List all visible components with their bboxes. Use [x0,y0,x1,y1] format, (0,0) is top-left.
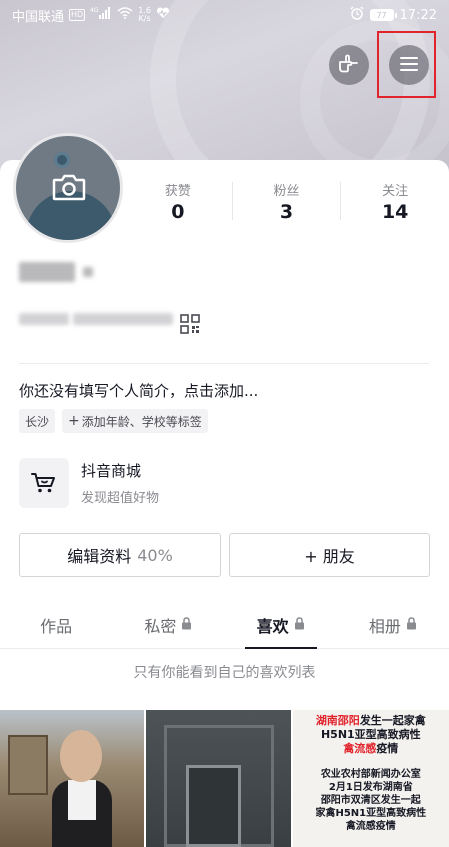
stat-followers[interactable]: 粉丝 3 [233,178,341,224]
network-type: 4G [90,7,99,14]
annotation-highlight-box [377,31,436,98]
wifi-icon [117,7,133,23]
profile-completion: 40% [137,545,173,565]
thumb-body-line: 邵阳市双清区发生一起 [320,795,421,806]
heart-icon [156,7,170,23]
signal-icon: 4G [90,7,112,23]
video-thumbnail[interactable] [146,710,291,847]
tab-album[interactable]: 相册 [337,601,449,648]
user-id-blurred [19,313,173,325]
tab-likes[interactable]: 喜欢 [225,601,337,649]
stat-following[interactable]: 关注 14 [341,178,449,224]
shopping-cart-icon [19,458,69,508]
section-divider [19,363,429,364]
thumb-title-black: 发生一起家禽 [359,714,426,727]
action-buttons: 编辑资料 40% + 朋友 [19,533,430,577]
alarm-icon [350,6,364,24]
edit-profile-button[interactable]: 编辑资料 40% [19,533,221,577]
battery-icon: 77 [369,9,397,21]
profile-tags: 长沙 + 添加年龄、学校等标签 [19,409,208,433]
add-tags-label: 添加年龄、学校等标签 [81,414,202,429]
thumb-body-line: 农业农村部新闻办公室 [320,769,421,780]
pointing-hand-icon [338,53,360,77]
tab-album-label: 相册 [368,616,401,636]
hd-badge: HD [69,9,86,21]
stat-followers-value: 3 [279,200,294,223]
add-friend-button[interactable]: + 朋友 [229,533,430,577]
stat-likes[interactable]: 获赞 0 [124,178,232,224]
shop-title: 抖音商城 [81,462,142,480]
thumb-body-line: 家禽H5N1亚型高致病性 [315,808,427,819]
lock-icon [181,615,192,634]
thumb-body-line: 2月1日发布湖南省 [328,782,413,793]
stat-following-value: 14 [381,200,409,223]
avatar[interactable] [13,133,123,243]
tab-private[interactable]: 私密 [112,601,224,648]
video-thumbnail[interactable] [0,710,145,847]
tab-works-label: 作品 [40,616,73,636]
pointing-hand-button[interactable] [329,45,369,85]
stat-likes-label: 获赞 [164,183,191,199]
lock-icon [294,615,305,634]
status-bar: 中国联通 HD 4G 1.6 K/s 77 17:22 [0,0,449,30]
thumb-title-line2: H5N1亚型高致病性 [320,728,421,741]
stat-likes-value: 0 [171,200,185,223]
tab-private-label: 私密 [144,616,177,636]
stat-followers-label: 粉丝 [273,183,300,199]
username-blurred [19,262,93,282]
bio-prompt[interactable]: 你还没有填写个人简介，点击添加... [19,380,258,401]
thumb-body-line: 禽流感疫情 [345,821,396,832]
thumb-title-line3: 禽流感 [343,742,377,755]
edit-profile-label: 编辑资料 [67,547,132,566]
qr-code-icon[interactable] [180,314,200,338]
location-tag[interactable]: 长沙 [19,409,56,433]
tab-likes-label: 喜欢 [256,616,289,636]
add-tags-button[interactable]: + 添加年龄、学校等标签 [62,409,208,433]
content-tabs: 作品 私密 喜欢 相册 [0,601,449,649]
lock-icon [406,615,417,634]
shop-entry[interactable]: 抖音商城 发现超值好物 [19,458,159,508]
likes-privacy-notice: 只有你能看到自己的喜欢列表 [133,665,316,681]
carrier-name: 中国联通 [12,9,65,25]
tab-works[interactable]: 作品 [0,601,112,648]
stat-following-label: 关注 [382,183,409,199]
profile-stats: 获赞 0 粉丝 3 关注 14 [124,178,449,224]
clock-time: 17:22 [399,7,437,23]
shop-subtitle: 发现超值好物 [81,491,160,506]
thumb-title-line3-tail: 疫情 [376,742,399,755]
camera-icon [52,172,86,206]
network-speed: 1.6 K/s [138,6,151,23]
plus-icon: + [68,413,80,429]
thumb-title-red: 湖南邵阳 [315,714,360,727]
liked-videos-grid: 湖南邵阳发生一起家禽 H5N1亚型高致病性 禽流感疫情 农业农村部新闻办公室 2… [0,710,449,847]
video-thumbnail[interactable]: 湖南邵阳发生一起家禽 H5N1亚型高致病性 禽流感疫情 农业农村部新闻办公室 2… [292,710,449,847]
